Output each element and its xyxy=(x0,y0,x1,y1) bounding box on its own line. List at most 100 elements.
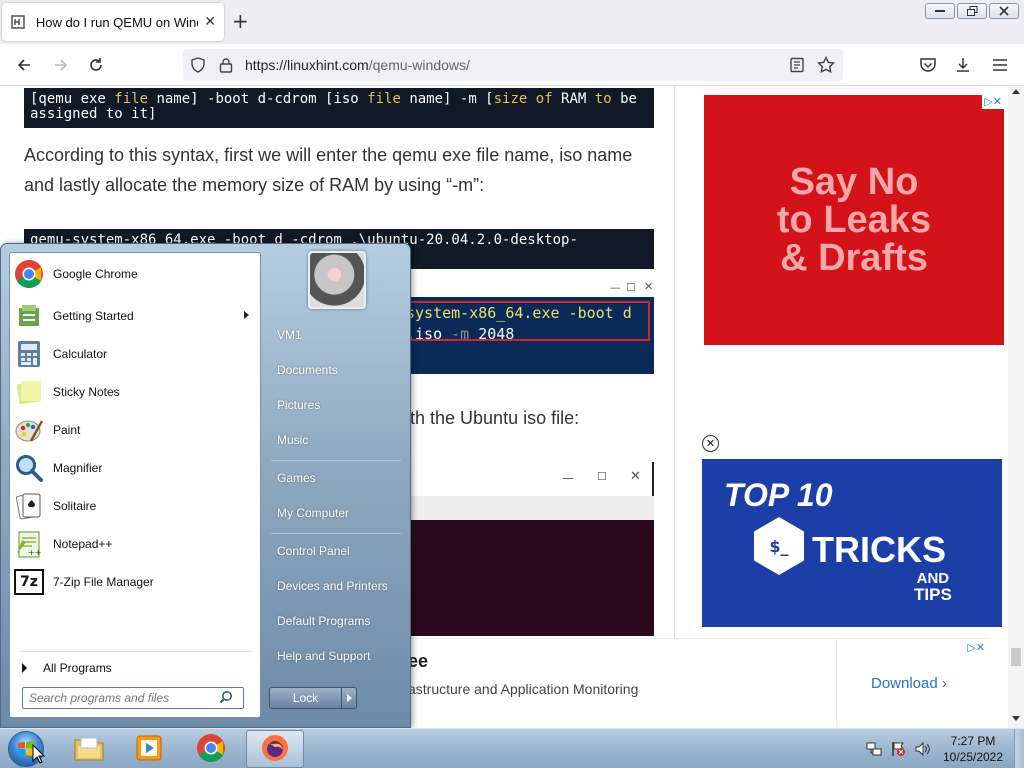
padlock-icon[interactable] xyxy=(219,57,233,76)
program-paint[interactable]: Paint xyxy=(13,412,257,448)
back-icon[interactable] xyxy=(12,53,36,77)
close-window-button[interactable] xyxy=(989,3,1019,19)
start-link-my-computer[interactable]: My Computer xyxy=(277,506,349,520)
chrome-icon xyxy=(13,258,45,290)
program-notepadpp[interactable]: ++ Notepad++ xyxy=(13,526,257,562)
program-calculator[interactable]: Calculator xyxy=(13,336,257,372)
new-tab-button[interactable]: + xyxy=(232,10,249,32)
scroll-up-icon[interactable] xyxy=(1012,89,1020,94)
code-text: name] -boot d-cdrom [iso xyxy=(148,91,368,107)
tab-close-icon[interactable]: ✕ xyxy=(204,14,216,30)
ad-line: & Drafts xyxy=(780,237,928,279)
address-bar[interactable]: https://linuxhint.com/qemu-windows/ xyxy=(183,49,843,81)
ad-banner-leaks[interactable]: ▷✕ Say No to Leaks & Drafts xyxy=(704,95,1004,345)
show-desktop-button[interactable] xyxy=(1014,729,1024,768)
program-getting-started[interactable]: Getting Started xyxy=(13,298,257,334)
sticky-notes-icon xyxy=(13,376,45,408)
reload-icon[interactable] xyxy=(84,53,108,77)
chevron-right-icon: › xyxy=(941,675,947,692)
adchoices-icon[interactable]: ▷✕ xyxy=(982,95,1004,109)
firefox-icon xyxy=(260,733,290,766)
start-link-pictures[interactable]: Pictures xyxy=(277,398,320,412)
program-label: Calculator xyxy=(53,347,108,361)
scrollbar-thumb[interactable] xyxy=(1011,648,1021,666)
tab-title: How do I run QEMU on Windows xyxy=(35,14,198,30)
program-label: Google Chrome xyxy=(53,267,138,281)
screenshot-terminal: system-x86_64.exe -boot d .iso -m 2048 xyxy=(404,297,654,374)
all-programs-button[interactable]: All Programs xyxy=(20,657,252,679)
taskbar-media-player[interactable] xyxy=(122,730,176,768)
start-link-documents[interactable]: Documents xyxy=(277,363,338,377)
bottom-ad-banner[interactable]: ee astructure and Application Monitoring… xyxy=(404,638,989,727)
pocket-icon[interactable] xyxy=(916,53,940,77)
calculator-icon xyxy=(13,338,45,370)
shutdown-options-arrow-icon[interactable] xyxy=(342,688,356,708)
vertical-scrollbar[interactable] xyxy=(1008,86,1024,728)
search-icon[interactable] xyxy=(219,690,233,707)
linuxhint-favicon-icon xyxy=(10,14,26,30)
7zip-icon-text: 7z xyxy=(14,569,44,595)
ad-close-icon[interactable]: ✕ xyxy=(702,435,719,452)
qemu-minimize-icon: — xyxy=(562,471,574,485)
program-label: Notepad++ xyxy=(53,537,113,551)
forward-icon[interactable] xyxy=(49,53,73,77)
start-link-devices-printers[interactable]: Devices and Printers xyxy=(277,579,388,593)
notepadpp-icon: ++ xyxy=(13,528,45,560)
menu-hamburger-icon[interactable] xyxy=(988,53,1012,77)
taskbar-firefox[interactable] xyxy=(246,730,304,768)
taskbar-chrome[interactable] xyxy=(184,730,238,768)
action-center-flag-icon[interactable] xyxy=(890,741,906,760)
taskbar-explorer[interactable] xyxy=(62,730,116,768)
magnifier-icon xyxy=(13,452,45,484)
lock-button[interactable]: Lock xyxy=(269,687,357,709)
start-link-games[interactable]: Games xyxy=(277,471,316,485)
triangle-right-icon xyxy=(22,663,27,673)
start-search-box[interactable] xyxy=(22,687,244,709)
start-link-control-panel[interactable]: Control Panel xyxy=(277,544,350,558)
divider xyxy=(20,651,252,652)
qemu-display xyxy=(404,520,654,636)
start-menu: Google Chrome Getting Started Calculator… xyxy=(0,243,411,728)
start-link-vm1[interactable]: VM1 xyxy=(277,328,302,342)
clock[interactable]: 7:27 PM 10/25/2022 xyxy=(938,733,1008,765)
code-keyword: file xyxy=(114,91,149,107)
downloads-icon[interactable] xyxy=(951,53,975,77)
ad-banner-top10[interactable]: TOP 10 $_ TRICKS AND TIPS xyxy=(702,459,1002,627)
restore-button[interactable] xyxy=(957,3,987,19)
program-sticky-notes[interactable]: Sticky Notes xyxy=(13,374,257,410)
network-icon[interactable] xyxy=(866,741,882,760)
minimize-button[interactable] xyxy=(925,3,955,19)
program-solitaire[interactable]: Solitaire xyxy=(13,488,257,524)
adchoices-icon[interactable]: ▷✕ xyxy=(965,641,987,655)
program-label: Paint xyxy=(53,423,81,437)
scroll-down-icon[interactable] xyxy=(1012,716,1020,721)
search-input[interactable] xyxy=(29,691,219,705)
reader-view-icon[interactable] xyxy=(789,57,805,76)
screenshot-maximize-icon: ☐ xyxy=(626,281,636,294)
code-keyword: file xyxy=(367,91,401,107)
folder-icon xyxy=(73,734,105,765)
program-label: 7-Zip File Manager xyxy=(53,575,154,589)
code-block-syntax[interactable]: [qemu exe file name] -boot d-cdrom [iso … xyxy=(24,88,654,128)
terminal-flag: -m xyxy=(451,325,470,343)
program-magnifier[interactable]: Magnifier xyxy=(13,450,257,486)
start-link-music[interactable]: Music xyxy=(277,433,308,447)
volume-icon[interactable] xyxy=(914,741,932,760)
terminal-text: 2048 xyxy=(469,325,515,343)
program-google-chrome[interactable]: Google Chrome xyxy=(13,256,257,292)
tracking-protection-shield-icon[interactable] xyxy=(190,57,206,76)
start-link-help-support[interactable]: Help and Support xyxy=(277,649,370,663)
ad-tips: TIPS xyxy=(914,585,952,604)
terminal-line: .iso -m 2048 xyxy=(406,324,632,345)
program-7zip[interactable]: 7z 7-Zip File Manager xyxy=(13,564,257,600)
bookmark-star-icon[interactable] xyxy=(816,55,836,77)
browser-tab[interactable]: How do I run QEMU on Windows ✕ xyxy=(2,3,224,41)
download-link[interactable]: Download › xyxy=(871,675,947,692)
article-paragraph: According to this syntax, first we will … xyxy=(24,145,633,195)
hex-logo-text: $_ xyxy=(769,536,789,556)
user-avatar[interactable] xyxy=(308,251,366,309)
paint-icon xyxy=(13,414,45,446)
start-link-default-programs[interactable]: Default Programs xyxy=(277,614,370,628)
code-keyword: size xyxy=(493,91,528,107)
